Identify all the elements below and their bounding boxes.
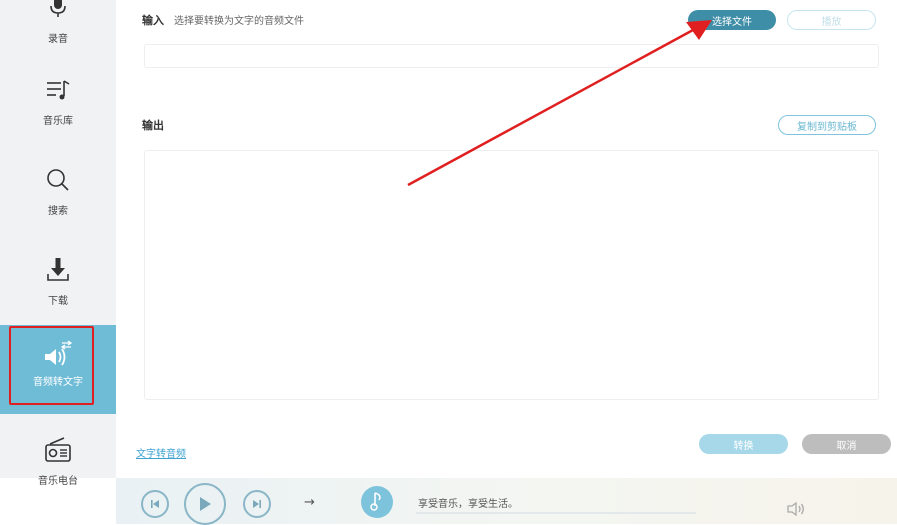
sidebar-item-search[interactable]: 搜索 [0, 164, 116, 254]
play-icon [200, 497, 211, 511]
sidebar-item-label: 录音 [48, 34, 68, 45]
sidebar-item-label: 下载 [48, 296, 68, 307]
sidebar-item-music-library[interactable]: 音乐库 [0, 74, 116, 164]
text-to-audio-link[interactable]: 文字转音频 [136, 445, 186, 460]
previous-button[interactable] [141, 490, 169, 518]
sidebar-item-label: 音乐电台 [38, 476, 78, 487]
input-file-field[interactable] [144, 44, 879, 68]
highlight-frame [9, 326, 94, 405]
play-mode-icon[interactable]: → [304, 495, 315, 510]
download-icon [42, 254, 74, 286]
radio-icon [42, 434, 74, 466]
album-art [361, 486, 393, 518]
sidebar-item-record[interactable]: 录音 [0, 0, 116, 82]
output-text-area[interactable] [144, 150, 879, 400]
cancel-button[interactable]: 取消 [802, 434, 891, 454]
microphone-icon [42, 0, 74, 24]
player-bar: → 享受音乐，享受生活。 [116, 478, 897, 525]
skip-previous-icon [151, 500, 159, 508]
sidebar-item-label: 音乐库 [43, 116, 73, 127]
sidebar-item-label: 搜索 [48, 206, 68, 217]
sidebar: 录音 音乐库 搜索 下载 音频转文字 音乐电台 [0, 0, 116, 487]
search-icon [42, 164, 74, 196]
music-list-icon [42, 74, 74, 106]
input-hint: 选择要转换为文字的音频文件 [174, 16, 304, 27]
copy-to-clipboard-button[interactable]: 复制到剪贴板 [778, 115, 876, 135]
progress-bar[interactable] [416, 512, 696, 514]
choose-file-button[interactable]: 选择文件 [688, 10, 776, 30]
music-note-icon [370, 492, 381, 511]
sidebar-item-radio[interactable]: 音乐电台 [0, 434, 116, 524]
volume-icon [787, 501, 804, 517]
next-button[interactable] [243, 490, 271, 518]
skip-next-icon [253, 500, 261, 508]
input-section-title: 输入 [142, 14, 164, 27]
play-pause-button[interactable] [184, 483, 226, 525]
output-section-title: 输出 [142, 119, 164, 132]
play-button[interactable]: 播放 [787, 10, 876, 30]
volume-button[interactable] [786, 501, 806, 521]
now-playing-tagline: 享受音乐，享受生活。 [418, 499, 518, 510]
main-panel: 输入 选择要转换为文字的音频文件 选择文件 播放 输出 复制到剪贴板 文字转音频… [116, 0, 897, 478]
convert-button[interactable]: 转换 [699, 434, 788, 454]
